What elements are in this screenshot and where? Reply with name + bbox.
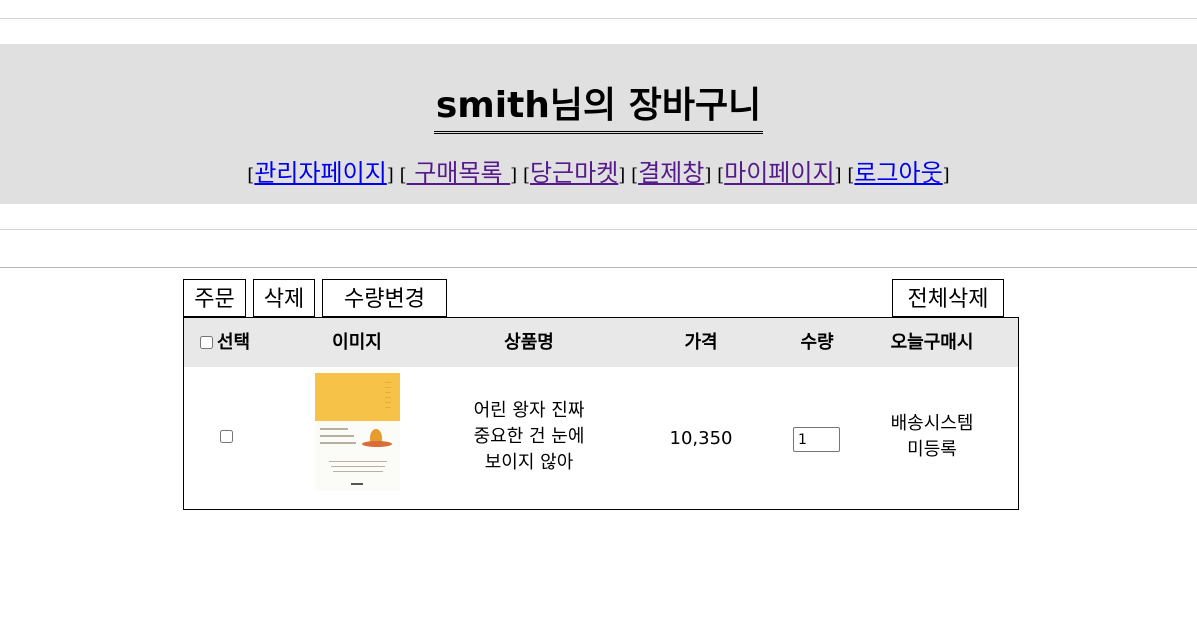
divider [0,267,1197,268]
product-name[interactable]: 어린 왕자 진짜 중요한 건 눈에 보이지 않아 [439,398,619,476]
image-column-header: 이미지 [332,332,382,353]
nav-link-purchase-history[interactable]: 구매목록 [407,159,511,187]
select-all-checkbox[interactable] [200,336,213,349]
order-button[interactable]: 주문 [183,279,246,317]
delete-all-button[interactable]: 전체삭제 [892,279,1004,317]
delivery-info: 배송시스템 미등록 [890,413,974,460]
product-price: 10,350 [669,428,733,449]
top-divider [0,18,1197,19]
table-header: 선택 이미지 상품명 가격 수량 오늘구매시 [184,318,1018,367]
quantity-column-header: 수량 [800,332,834,353]
row-select-checkbox[interactable] [220,430,233,443]
page-title: smith님의 장바구니 [433,82,764,134]
price-column-header: 가격 [684,332,718,353]
nav-link-carrot-market[interactable]: 당근마켓 [530,159,618,187]
book-cover-image[interactable] [315,373,400,491]
top-nav: [관리자페이지] [ 구매목록 ] [당근마켓] [결제창] [마이페이지] [… [247,159,950,187]
select-column-header: 선택 [196,318,276,367]
nav-link-logout[interactable]: 로그아웃 [854,159,942,187]
divider [0,229,1197,230]
nav-link-admin[interactable]: 관리자페이지 [254,159,386,187]
name-column-header: 상품명 [504,332,554,353]
cart-table: 선택 이미지 상품명 가격 수량 오늘구매시 어린 왕자 진짜 중요한 건 눈에… [183,317,1019,510]
today-column-header: 오늘구매시 [890,332,974,353]
change-quantity-button[interactable]: 수량변경 [322,279,447,317]
quantity-input[interactable] [793,427,840,452]
page-header: smith님의 장바구니 [관리자페이지] [ 구매목록 ] [당근마켓] [결… [0,44,1197,204]
nav-link-checkout[interactable]: 결제창 [638,159,704,187]
table-row: 어린 왕자 진짜 중요한 건 눈에 보이지 않아 10,350 배송시스템 미등… [184,367,1018,509]
nav-link-my-page[interactable]: 마이페이지 [724,159,834,187]
delete-button[interactable]: 삭제 [253,279,315,317]
